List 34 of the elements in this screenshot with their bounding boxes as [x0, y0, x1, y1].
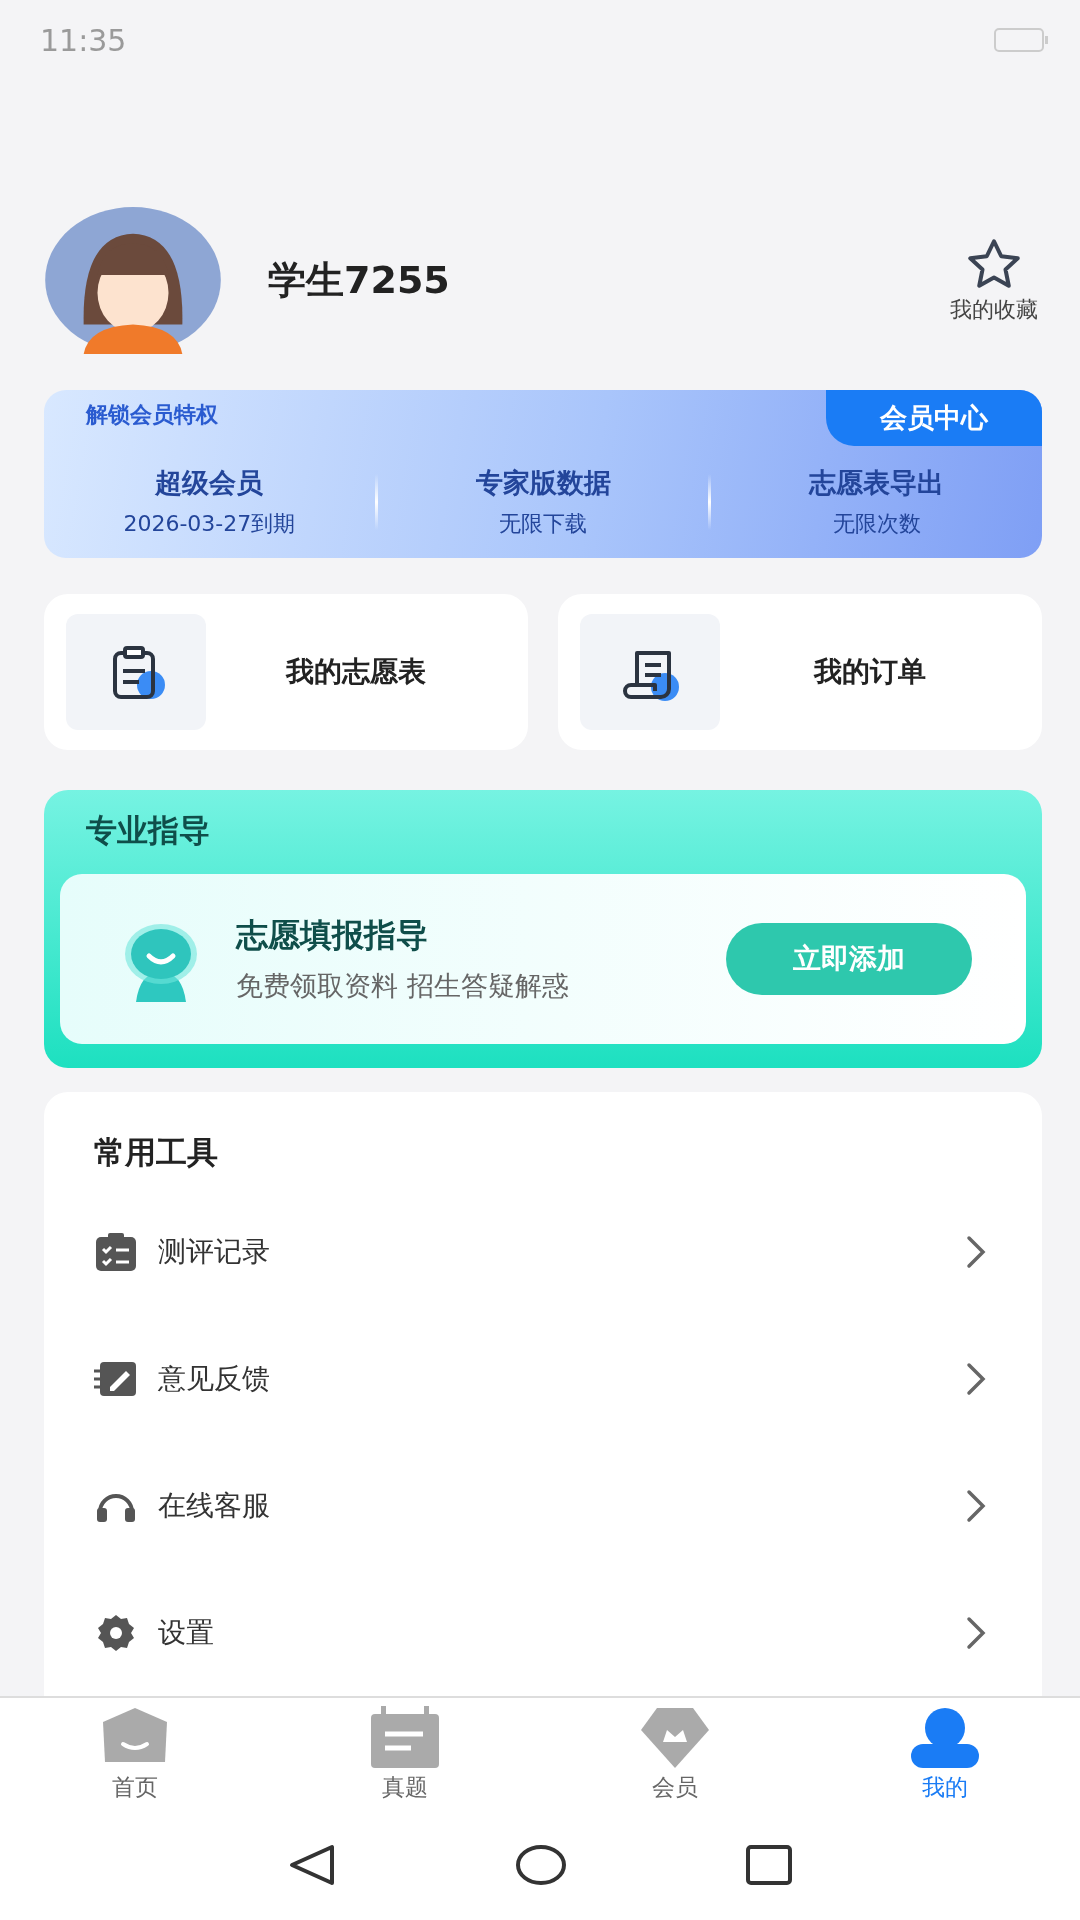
- status-time: 11:35: [40, 22, 127, 58]
- feature-title: 超级会员: [155, 466, 264, 500]
- feature-subtitle: 无限次数: [832, 510, 921, 538]
- tab[interactable]: 我的: [810, 1698, 1080, 1810]
- checklist-icon: [94, 1231, 138, 1272]
- chevron-right-icon: [966, 1234, 986, 1269]
- feature-subtitle: 2026-03-27到期: [123, 510, 296, 538]
- tool-item[interactable]: 设置: [94, 1569, 986, 1696]
- recents-icon[interactable]: [746, 1845, 792, 1885]
- tab[interactable]: 会员: [540, 1698, 810, 1810]
- feature-title: 志愿表导出: [809, 466, 945, 500]
- tool-item[interactable]: 测评记录: [94, 1188, 986, 1315]
- section-title: 专业指导: [86, 811, 211, 851]
- tool-item[interactable]: 意见反馈: [94, 1315, 986, 1442]
- shortcut-card[interactable]: 我的志愿表: [44, 594, 528, 751]
- membership-title: 解锁会员特权: [86, 401, 218, 429]
- section-title: 常用工具: [94, 1133, 219, 1172]
- shortcut-card[interactable]: 我的订单: [558, 594, 1042, 751]
- chevron-right-icon: [966, 1488, 986, 1523]
- username: 学生7255: [268, 256, 451, 304]
- battery-icon: [994, 27, 1050, 53]
- tab[interactable]: 真题: [270, 1698, 540, 1810]
- favorites-button[interactable]: 我的收藏: [950, 235, 1038, 325]
- feature-subtitle: 无限下载: [499, 510, 587, 538]
- chevron-right-icon: [966, 1615, 986, 1650]
- chevron-right-icon: [966, 1361, 986, 1396]
- tool-item[interactable]: 在线客服: [94, 1442, 986, 1569]
- tab[interactable]: 首页: [0, 1698, 270, 1810]
- member-center-button[interactable]: 会员中心: [826, 390, 1042, 446]
- feature-title: 专家版数据: [475, 466, 611, 500]
- home-icon[interactable]: [516, 1845, 566, 1885]
- guidance-title: 志愿填报指导: [236, 915, 429, 956]
- guidance-subtitle: 免费领取资料 招生答疑解惑: [236, 969, 570, 1003]
- back-icon[interactable]: [288, 1843, 336, 1887]
